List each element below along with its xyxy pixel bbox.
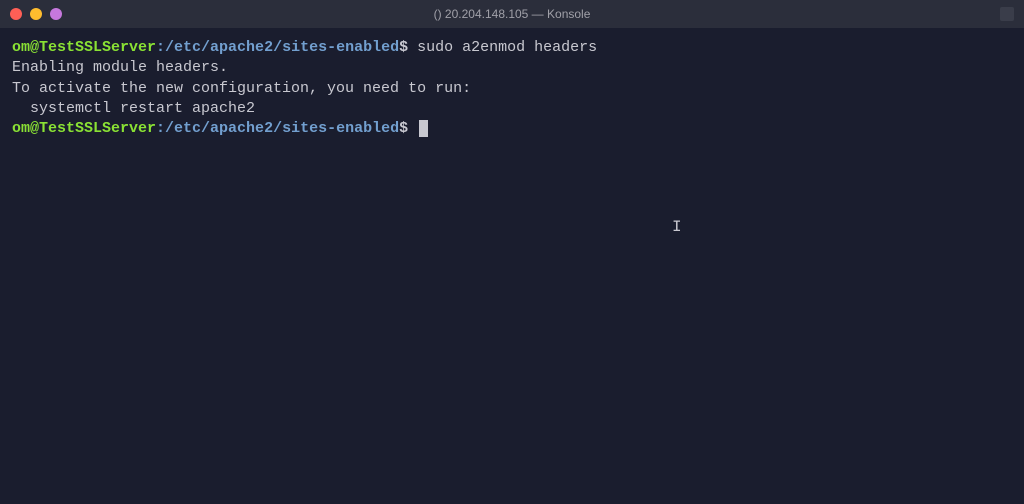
block-cursor <box>419 120 428 137</box>
prompt-path: /etc/apache2/sites-enabled <box>165 39 399 56</box>
terminal-output: To activate the new configuration, you n… <box>12 79 1012 99</box>
prompt-path: /etc/apache2/sites-enabled <box>165 120 399 137</box>
prompt-colon: : <box>156 39 165 56</box>
minimize-icon[interactable] <box>30 8 42 20</box>
prompt-user-host: om@TestSSLServer <box>12 39 156 56</box>
maximize-icon[interactable] <box>50 8 62 20</box>
command-text: sudo a2enmod headers <box>417 39 597 56</box>
close-icon[interactable] <box>10 8 22 20</box>
terminal-output: systemctl restart apache2 <box>12 99 1012 119</box>
titlebar[interactable]: () 20.204.148.105 — Konsole <box>0 0 1024 28</box>
window-title: () 20.204.148.105 — Konsole <box>434 7 591 21</box>
terminal-window: () 20.204.148.105 — Konsole om@TestSSLSe… <box>0 0 1024 504</box>
terminal-area[interactable]: om@TestSSLServer:/etc/apache2/sites-enab… <box>0 28 1024 504</box>
prompt-dollar: $ <box>399 39 408 56</box>
prompt-colon: : <box>156 120 165 137</box>
terminal-line: om@TestSSLServer:/etc/apache2/sites-enab… <box>12 119 1012 139</box>
prompt-user-host: om@TestSSLServer <box>12 120 156 137</box>
terminal-output: Enabling module headers. <box>12 58 1012 78</box>
expand-icon[interactable] <box>1000 7 1014 21</box>
prompt-dollar: $ <box>399 120 408 137</box>
terminal-line: om@TestSSLServer:/etc/apache2/sites-enab… <box>12 38 1012 58</box>
traffic-lights <box>10 8 62 20</box>
